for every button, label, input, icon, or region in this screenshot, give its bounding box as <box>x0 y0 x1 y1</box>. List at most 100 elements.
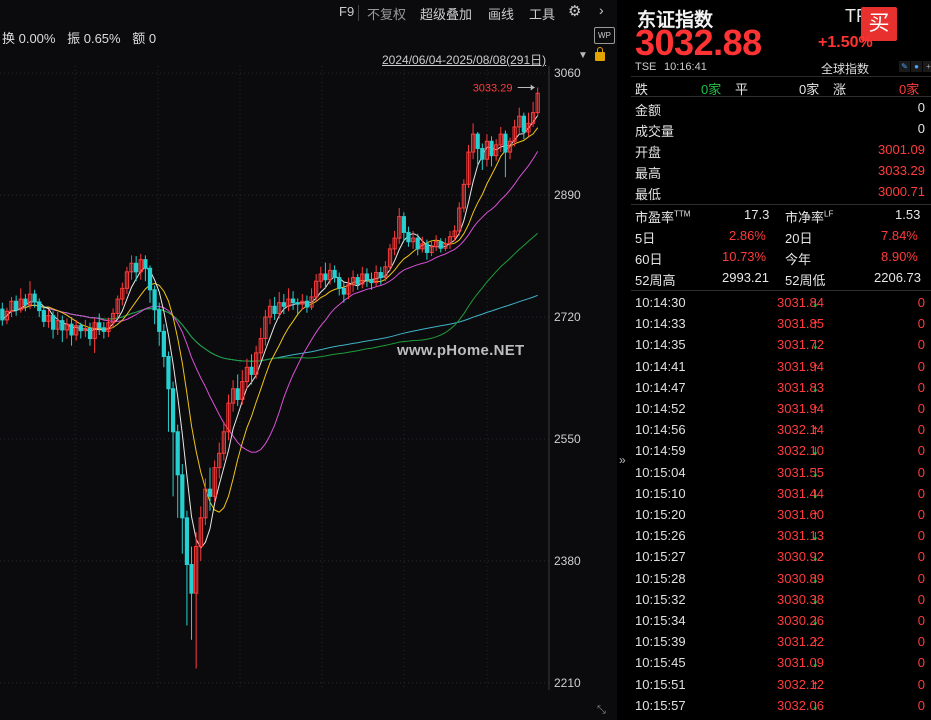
tick-row: 10:15:27 3030.92 🠗 0 <box>631 548 931 569</box>
bell-icon[interactable]: ● <box>911 61 922 72</box>
candle-body <box>87 328 93 340</box>
low-label: 最低 <box>635 187 662 202</box>
tick-row: 10:15:10 3031.44 🠗 0 <box>631 485 931 506</box>
tick-time: 10:14:35 <box>635 337 686 353</box>
y-tick-label: 3060 <box>554 66 581 80</box>
arrow-down-icon: 🠗 <box>813 488 818 501</box>
amount-value: 0 <box>917 100 925 115</box>
tick-volume: 0 <box>917 676 925 692</box>
w52-high-value: 2993.21 <box>722 270 769 285</box>
y-tick-label: 2550 <box>554 432 581 446</box>
ytd-value: 8.90% <box>881 249 918 264</box>
candle-body <box>304 300 310 308</box>
plus-icon[interactable]: + <box>923 61 931 72</box>
date-range-link[interactable]: 2024/06/04-2025/08/08(291日) <box>382 51 546 68</box>
super-overlay-button[interactable]: 超级叠加 <box>420 4 472 23</box>
chart-pane[interactable]: 3060 2890 2720 2550 2380 2210 3033.29 F9 不复权 超… <box>0 0 617 720</box>
tick-time: 10:14:52 <box>635 401 686 416</box>
arrow-down-icon: 🠗 <box>813 594 818 607</box>
y-tick-label: 2210 <box>554 676 581 690</box>
f9-button[interactable]: F9 <box>339 4 354 19</box>
tick-volume: 0 <box>917 507 925 522</box>
candle-body <box>101 327 106 332</box>
arrow-up-icon: 🠕 <box>813 679 818 692</box>
pb-value: 1.53 <box>895 207 921 222</box>
lock-icon[interactable] <box>595 47 605 61</box>
tick-row: 10:14:30 3031.84 🠗 0 <box>631 294 931 315</box>
candle-body <box>378 272 383 279</box>
tick-volume: 0 <box>917 549 925 565</box>
candle-body <box>341 287 346 295</box>
arrow-up-icon: 🠕 <box>813 425 818 438</box>
candle-body <box>369 279 374 284</box>
tick-volume: 0 <box>917 464 925 480</box>
d5-label: 5日 <box>635 231 656 246</box>
tick-volume: 0 <box>917 379 925 395</box>
d60-value: 10.73% <box>722 249 767 264</box>
tick-time: 10:14:59 <box>635 443 686 459</box>
candle-body <box>97 322 102 329</box>
candlestick-chart[interactable]: 3060 2890 2720 2550 2380 2210 3033.29 <box>0 0 617 720</box>
tick-row: 10:14:56 3032.14 🠕 0 <box>631 421 931 442</box>
tick-row: 10:14:35 3031.72 🠗 0 <box>631 336 931 357</box>
valuation-row: 市盈率TTM 17.3 市净率LF 1.53 <box>631 206 931 227</box>
global-index-link[interactable]: 全球指数 <box>821 60 869 77</box>
tick-time: 10:15:27 <box>635 549 686 565</box>
tick-time: 10:15:39 <box>635 634 686 650</box>
tick-volume: 0 <box>917 591 925 607</box>
candle-body <box>364 273 370 281</box>
tools-button[interactable]: 工具 <box>529 4 555 23</box>
high-annotation: 3033.29 <box>473 83 513 95</box>
arrow-down-icon: 🠗 <box>813 340 818 353</box>
arrow-down-icon: 🠗 <box>813 658 818 671</box>
return-row-1: 5日 2.86% 20日 7.84% <box>631 227 931 248</box>
candle-body <box>438 241 443 249</box>
candle-body <box>424 243 430 253</box>
arrow-up-icon: 🠕 <box>813 404 818 416</box>
gear-icon[interactable]: ⚙ <box>568 2 581 20</box>
collapse-panel-icon[interactable]: » <box>619 453 626 467</box>
tick-row: 10:15:04 3031.55 🠗 0 <box>631 464 931 485</box>
tick-row: 10:15:51 3032.12 🠕 0 <box>631 676 931 697</box>
candle-body <box>290 298 296 304</box>
resize-icon[interactable]: ⤡ <box>597 704 611 718</box>
return-row-2: 60日 10.73% 今年 8.90% <box>631 248 931 269</box>
candle-body <box>69 323 74 336</box>
wp-icon[interactable]: WP <box>594 27 615 44</box>
tick-volume: 0 <box>917 316 925 332</box>
tick-time: 10:15:28 <box>635 570 686 586</box>
candle-body <box>37 301 42 312</box>
volume-label: 成交量 <box>635 124 675 139</box>
advance-decline-row: 跌 0家 平 0家 涨 0家 <box>631 78 931 97</box>
no-adjust-button[interactable]: 不复权 <box>367 4 406 23</box>
candle-body <box>521 115 526 133</box>
tick-volume: 0 <box>917 358 925 374</box>
candle-body <box>23 298 28 306</box>
watermark: www.pHome.NET <box>397 342 525 359</box>
candle-body <box>272 305 277 314</box>
candle-body <box>41 310 46 322</box>
caret-down-icon[interactable]: ▼ <box>578 50 588 61</box>
pe-label: 市盈率TTM <box>635 209 691 225</box>
tick-row: 10:15:32 3030.38 🠗 0 <box>631 591 931 612</box>
pe-value: 17.3 <box>744 207 770 222</box>
arrow-down-icon: 🠗 <box>813 531 818 544</box>
d20-value: 7.84% <box>881 228 918 243</box>
candle-body <box>143 259 148 269</box>
pen-icon[interactable]: ✎ <box>899 61 910 72</box>
w52-low-label: 52周低 <box>785 273 826 288</box>
w52-high-label: 52周高 <box>635 273 676 288</box>
draw-line-button[interactable]: 画线 <box>488 4 514 23</box>
y-tick-label: 2380 <box>554 554 581 568</box>
candle-body <box>175 431 180 476</box>
tick-volume: 0 <box>917 570 925 586</box>
high-row: 最高 3033.29 <box>631 162 931 183</box>
tick-row: 10:14:47 3031.83 🠗 0 <box>631 379 931 400</box>
candle-body <box>152 289 157 311</box>
high-value: 3033.29 <box>878 163 925 178</box>
chevron-right-icon[interactable]: › <box>599 2 604 18</box>
tick-volume: 0 <box>917 295 925 310</box>
tick-volume: 0 <box>917 613 925 628</box>
open-row: 开盘 3001.09 <box>631 141 931 162</box>
candle-body <box>235 388 240 401</box>
